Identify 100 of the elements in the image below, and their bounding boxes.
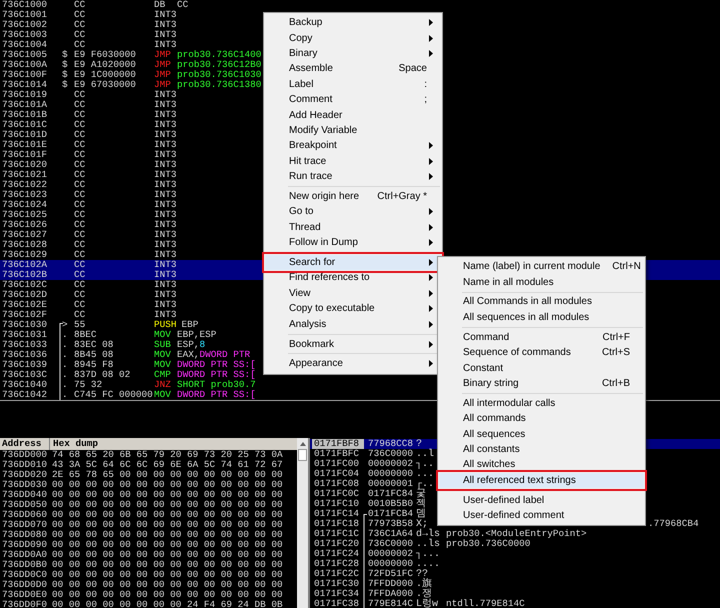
ascii-text: 궃 — [416, 489, 426, 500]
value-text: 7FFDA000 — [368, 589, 414, 599]
address-text: 736DD030 — [1, 480, 48, 490]
ascii-text: ┐.. — [416, 459, 434, 470]
address-text: 736C1026 — [1, 220, 48, 230]
hex-bytes: 75 32 — [74, 380, 102, 390]
hex-bytes: 55 — [74, 320, 86, 330]
address-text: 736C1028 — [1, 240, 48, 250]
value-text: 77968CC8 — [368, 439, 414, 449]
ascii-text: ┐... — [416, 549, 440, 560]
address-text: 736C1020 — [1, 160, 48, 170]
address-text: 736C1024 — [1, 200, 48, 210]
mnemonic-text: INT3 — [154, 310, 177, 320]
address-text: 736DD0D0 — [1, 580, 48, 590]
ascii-text: ? — [416, 439, 422, 450]
mnemonic-text: INT3 — [154, 210, 177, 220]
operand-text: prob30.736C1380 — [177, 80, 262, 90]
hex-bytes: CC — [74, 140, 86, 150]
address-text: 0171FC1C — [313, 529, 360, 539]
mnemonic-text: INT3 — [154, 20, 177, 30]
mnemonic-text: MOV — [154, 350, 171, 360]
hex-bytes: E9 1C000000 — [74, 70, 136, 80]
address-text: 0171FC18 — [313, 519, 360, 529]
hex-bytes: 00 00 00 00 00 00 00 00 00 00 00 00 00 00 — [52, 570, 283, 580]
mnemonic-text: MOV — [154, 360, 171, 370]
marker-text: . — [62, 350, 68, 360]
ascii-text: .旗 — [416, 579, 432, 590]
address-text: 0171FC10 — [313, 499, 360, 509]
hex-bytes: 00 00 00 00 00 00 00 00 00 00 00 00 00 00 — [52, 480, 283, 490]
hex-bytes: CC — [74, 180, 86, 190]
address-text: 736C1001 — [1, 10, 48, 20]
ascii-text: ..ls — [416, 539, 440, 550]
hex-bytes: 43 3A 5C 64 6C 6C 69 6E 6A 5C 74 61 72 67 — [52, 460, 283, 470]
address-text: 736DD060 — [1, 510, 48, 520]
hex-bytes: 00 00 00 00 00 00 00 00 00 00 00 00 00 00 — [52, 490, 283, 500]
address-text: 0171FC34 — [313, 589, 360, 599]
mnemonic-text: MOV — [154, 330, 171, 340]
mnemonic-text: INT3 — [154, 160, 177, 170]
mnemonic-text: JNZ — [154, 380, 171, 390]
mnemonic-text: INT3 — [154, 270, 177, 280]
address-text: 0171FC0C — [313, 489, 360, 499]
mnemonic-text: SUB — [154, 340, 171, 350]
address-text: 736C1003 — [1, 30, 48, 40]
hex-bytes: 74 68 65 20 6B 65 79 20 69 73 20 25 73 0A — [52, 450, 283, 460]
value-text: 72FD51FC — [368, 569, 414, 579]
address-text: 736C1033 — [1, 340, 48, 350]
hex-bytes: 00 00 00 00 00 00 00 00 00 00 00 00 00 00 — [52, 510, 283, 520]
address-text: 736C1040 — [1, 380, 48, 390]
mnemonic-text: INT3 — [154, 30, 177, 40]
mnemonic-text: INT3 — [154, 140, 177, 150]
mnemonic-text: INT3 — [154, 10, 177, 20]
address-text: 736C1005 — [1, 50, 48, 60]
comment-text: prob30.736C0000 — [446, 539, 530, 549]
address-text: 736DD0C0 — [1, 570, 48, 580]
ascii-text: ..l — [416, 449, 434, 460]
value-text: 779E814C — [368, 599, 414, 608]
operand-text: DWORD PTR SS:[ — [177, 390, 256, 400]
hex-bytes: 2E 65 78 65 00 00 00 00 00 00 00 00 00 00 — [52, 470, 283, 480]
mnemonic-text: JMP — [154, 60, 171, 70]
marker-text: > — [62, 320, 68, 330]
hex-bytes: CC — [74, 190, 86, 200]
hex-bytes: 00 00 00 00 00 00 00 00 24 F4 69 24 DB 0B — [52, 600, 283, 608]
hex-bytes: 00 00 00 00 00 00 00 00 00 00 00 00 00 00 — [52, 530, 283, 540]
address-text: 736C101A — [1, 100, 48, 110]
value-text: 736C0000 — [368, 449, 414, 459]
marker-text: . — [62, 390, 68, 400]
hex-bytes: 8BEC — [74, 330, 97, 340]
mnemonic-text: DB — [154, 0, 166, 10]
mnemonic-text: INT3 — [154, 200, 177, 210]
hex-bytes: CC — [74, 240, 86, 250]
hex-bytes: 00 00 00 00 00 00 00 00 00 00 00 00 00 00 — [52, 560, 283, 570]
value-text: 7FFDD000 — [368, 579, 414, 589]
value-text: 0171FC84 — [368, 489, 414, 499]
mnemonic-text: INT3 — [154, 260, 177, 270]
ascii-text: d→ls — [416, 529, 440, 540]
hex-bytes: CC — [74, 120, 86, 130]
ascii-text: ... — [416, 469, 434, 480]
ascii-text: .쟁 — [416, 589, 432, 600]
address-text: 736C102F — [1, 310, 48, 320]
address-text: 736C101B — [1, 110, 48, 120]
address-text: 736C102A — [1, 260, 48, 270]
hex-bytes: 8B45 08 — [74, 350, 114, 360]
address-text: 736C1022 — [1, 180, 48, 190]
address-text: 736DD0A0 — [1, 550, 48, 560]
hex-bytes: 00 00 00 00 00 00 00 00 00 00 00 00 00 00 — [52, 540, 283, 550]
marker-text: $ — [62, 60, 68, 70]
operand-text: EBP — [182, 320, 198, 330]
comment-text: ntdll.779E814C — [446, 599, 525, 608]
mnemonic-text: INT3 — [154, 190, 177, 200]
address-text: 736DD0B0 — [1, 560, 48, 570]
address-text: 736C1014 — [1, 80, 48, 90]
value-text: 00000000 — [368, 559, 414, 569]
address-text: 736DD090 — [1, 540, 48, 550]
hex-bytes: CC — [74, 310, 86, 320]
mnemonic-text: INT3 — [154, 280, 177, 290]
mnemonic-text: JMP — [154, 80, 171, 90]
address-text: 736C101C — [1, 120, 48, 130]
hex-bytes: CC — [74, 260, 86, 270]
hex-bytes: 00 00 00 00 00 00 00 00 00 00 00 00 00 00 — [52, 500, 283, 510]
address-text: 0171FC38 — [313, 599, 360, 608]
